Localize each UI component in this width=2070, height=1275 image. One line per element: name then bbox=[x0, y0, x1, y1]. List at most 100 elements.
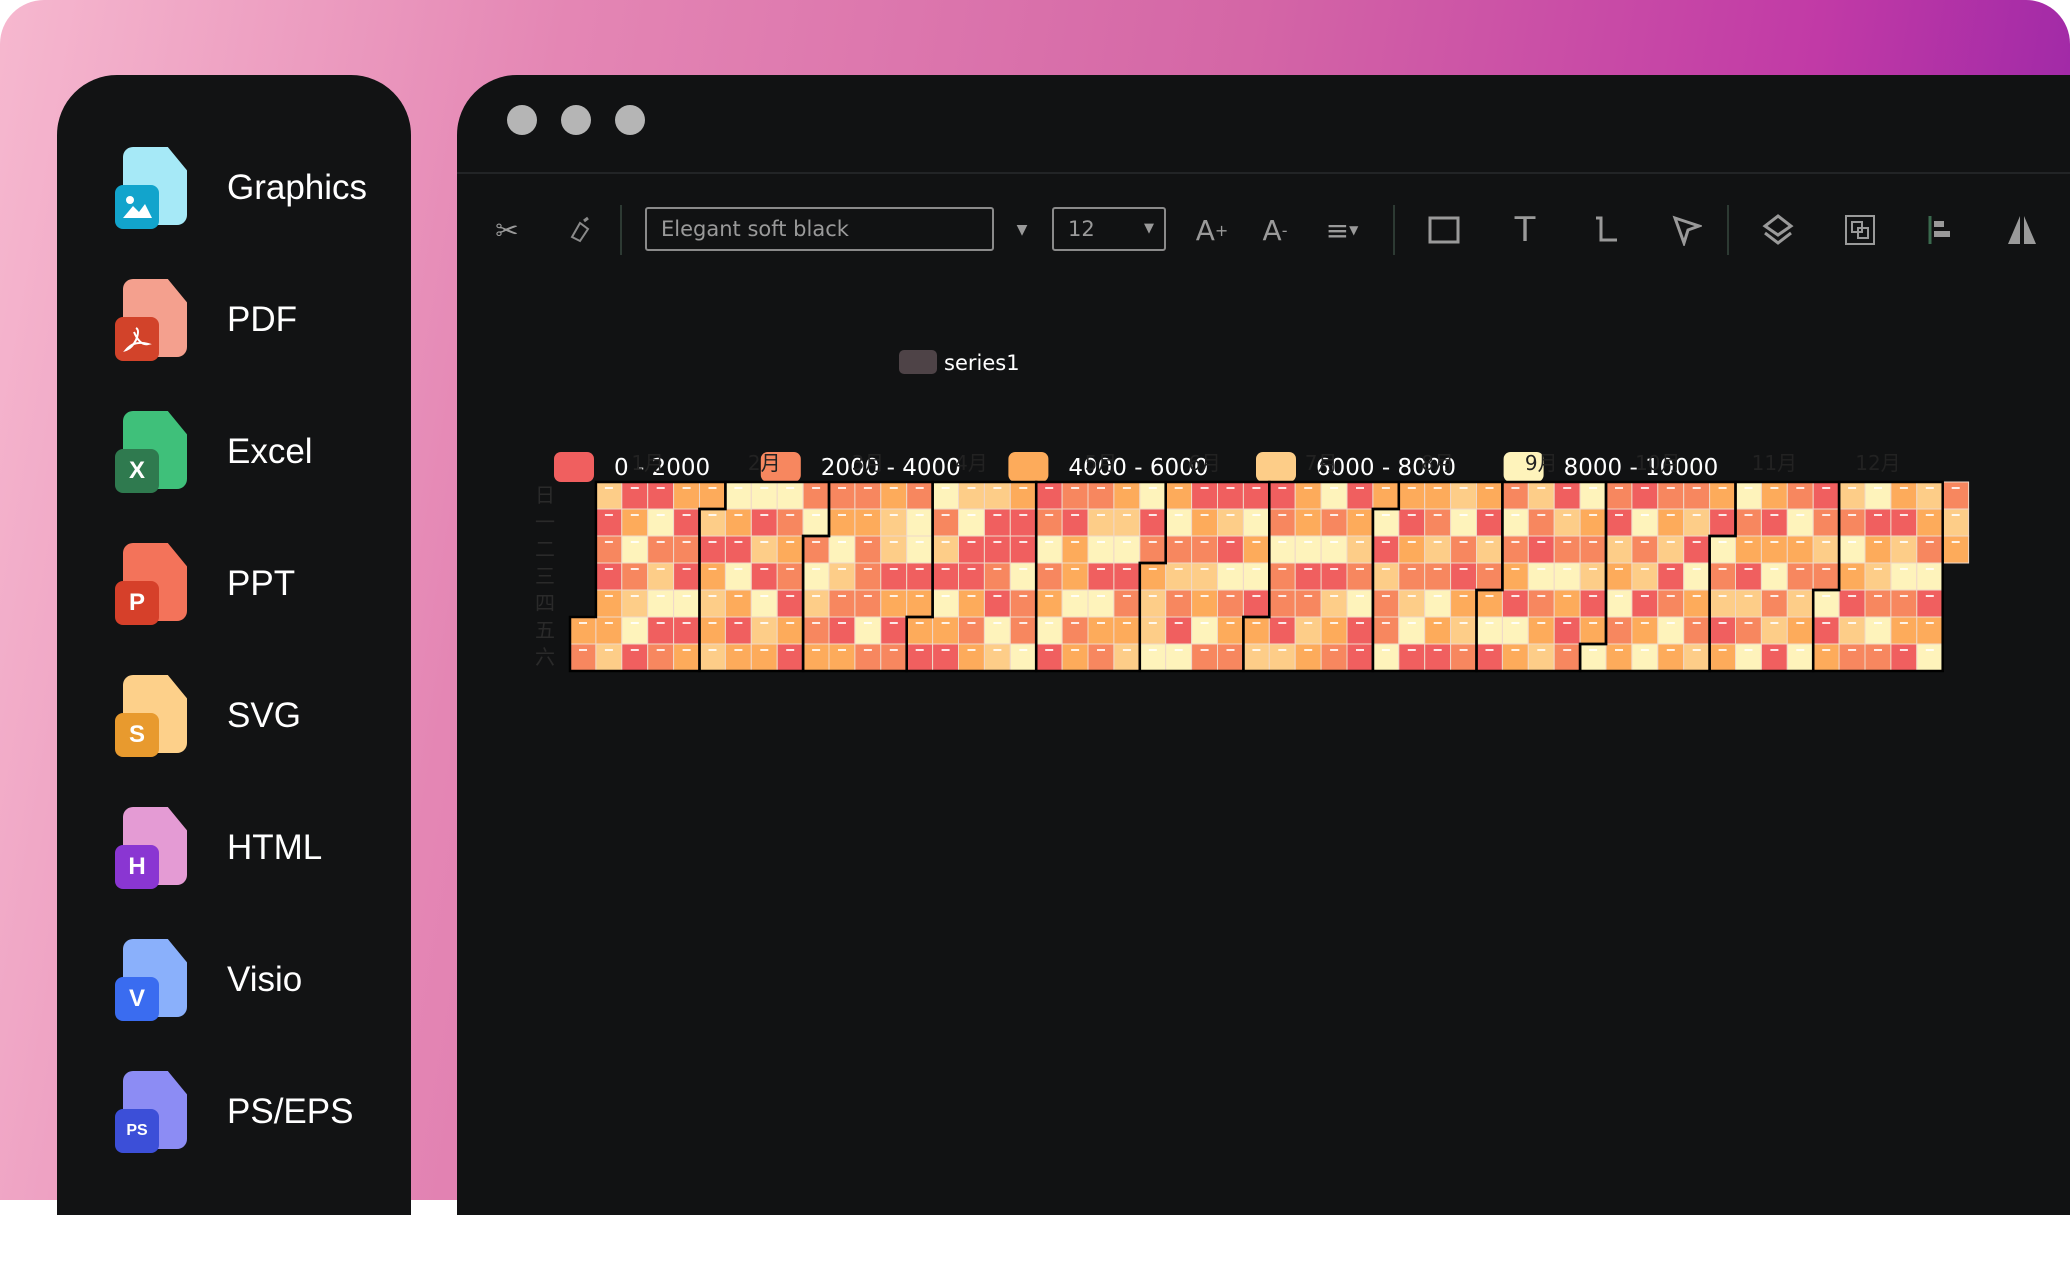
heatmap-cell-label bbox=[1615, 514, 1623, 516]
heatmap-cell-label bbox=[1356, 514, 1364, 516]
heatmap-cell-label bbox=[579, 649, 587, 651]
heatmap-cell bbox=[1191, 562, 1218, 591]
sidebar-item-html[interactable]: H HTML bbox=[115, 803, 322, 893]
heatmap-cell bbox=[1372, 562, 1400, 591]
heatmap-cell bbox=[1838, 481, 1866, 510]
sidebar-item-ppt[interactable]: P PPT bbox=[115, 539, 295, 629]
heatmap-cell-label bbox=[1278, 514, 1287, 516]
heatmap-cell bbox=[569, 616, 597, 645]
month-label: 8月 bbox=[1421, 451, 1454, 475]
heatmap-cell-label bbox=[1226, 487, 1235, 489]
heatmap-cell-label bbox=[838, 595, 846, 597]
heatmap-cell-label bbox=[1122, 487, 1131, 489]
heatmap-cell-label bbox=[1666, 541, 1675, 543]
heatmap-cell bbox=[1631, 643, 1659, 672]
format-painter-icon[interactable] bbox=[557, 208, 601, 252]
window-maximize-button[interactable] bbox=[615, 105, 645, 135]
connector-icon[interactable] bbox=[1581, 208, 1631, 252]
heatmap-cell bbox=[1450, 562, 1477, 591]
layers-icon[interactable] bbox=[1753, 208, 1803, 252]
heatmap-cell-label bbox=[1511, 649, 1520, 651]
heatmap-cell bbox=[1087, 508, 1115, 537]
sidebar-item-label: PPT bbox=[227, 564, 296, 603]
align-left-icon[interactable] bbox=[1916, 208, 1966, 252]
group-icon[interactable] bbox=[1835, 208, 1885, 252]
heatmap-cell-label bbox=[1433, 595, 1442, 597]
increase-font-icon[interactable]: A + bbox=[1187, 208, 1237, 252]
heatmap-cell-label bbox=[1589, 487, 1598, 489]
rectangle-icon[interactable] bbox=[1419, 208, 1469, 252]
window-close-button[interactable] bbox=[507, 105, 537, 135]
heatmap-cell-label bbox=[1200, 568, 1209, 570]
heatmap-cell bbox=[1450, 535, 1477, 564]
heatmap-cell-label bbox=[1770, 487, 1779, 489]
font-dropdown-chevron-icon[interactable]: ▼ bbox=[1007, 208, 1037, 252]
heatmap-cell bbox=[958, 616, 985, 645]
decrease-font-icon[interactable]: A- bbox=[1250, 208, 1300, 252]
heatmap-cell bbox=[1294, 481, 1322, 510]
heatmap-cell-label bbox=[941, 622, 950, 624]
heatmap-cell bbox=[1061, 508, 1089, 537]
heatmap-cell bbox=[1035, 508, 1063, 537]
heatmap-cell-label bbox=[1874, 568, 1882, 570]
heatmap-cell bbox=[1864, 616, 1892, 645]
heatmap-cell bbox=[647, 616, 675, 645]
heatmap-cell bbox=[1735, 562, 1762, 591]
sidebar-item-pseps[interactable]: PS PS/EPS bbox=[115, 1067, 353, 1157]
sidebar-item-graphics[interactable]: Graphics bbox=[115, 143, 367, 233]
font-size-input[interactable]: 12 ▼ bbox=[1052, 207, 1166, 251]
heatmap-cell-label bbox=[1899, 649, 1908, 651]
heatmap-cell bbox=[906, 535, 934, 564]
heatmap-cell bbox=[621, 589, 649, 618]
heatmap-cell bbox=[1113, 643, 1141, 672]
sidebar-item-label: PS/EPS bbox=[227, 1092, 354, 1131]
heatmap-cell bbox=[1009, 643, 1037, 672]
heatmap-cell bbox=[1890, 616, 1918, 645]
heatmap-cell-label bbox=[760, 487, 769, 489]
visualmap-label: 2000 - 4000 bbox=[821, 455, 961, 481]
heatmap-cell bbox=[647, 589, 675, 618]
heatmap-cell-label bbox=[1304, 514, 1313, 516]
heatmap-cell bbox=[595, 481, 623, 510]
heatmap-cell-label bbox=[1563, 568, 1572, 570]
heatmap-cell-label bbox=[1925, 595, 1934, 597]
heatmap-cell bbox=[699, 481, 726, 510]
window-minimize-button[interactable] bbox=[561, 105, 591, 135]
heatmap-cell-label bbox=[1796, 487, 1805, 489]
heatmap-cell bbox=[880, 589, 908, 618]
pointer-icon[interactable] bbox=[1662, 208, 1712, 252]
font-size-chevron-icon[interactable]: ▼ bbox=[1144, 209, 1154, 249]
heatmap-cell-label bbox=[1511, 514, 1520, 516]
heatmap-cell bbox=[1139, 643, 1167, 672]
heatmap-cell bbox=[595, 508, 623, 537]
heatmap-cell bbox=[1450, 508, 1477, 537]
sidebar-item-svg[interactable]: S SVG bbox=[115, 671, 301, 761]
heatmap-cell bbox=[1683, 481, 1711, 510]
heatmap-cell bbox=[750, 589, 778, 618]
text-icon[interactable]: T bbox=[1500, 208, 1550, 252]
heatmap-cell bbox=[1217, 535, 1244, 564]
heatmap-cell bbox=[724, 562, 752, 591]
heatmap-cell-label bbox=[915, 622, 924, 624]
heatmap-cell-label bbox=[889, 622, 898, 624]
heatmap-cell bbox=[1346, 589, 1374, 618]
heatmap-cell bbox=[750, 535, 778, 564]
heatmap-cell-label bbox=[1485, 541, 1494, 543]
heatmap-cell-label bbox=[1226, 595, 1235, 597]
heatmap-cell-label bbox=[1640, 514, 1649, 516]
heatmap-cell-label bbox=[1381, 595, 1390, 597]
heatmap-cell-label bbox=[1252, 649, 1261, 651]
day-label: 四 bbox=[535, 591, 555, 615]
sidebar-item-pdf[interactable]: PDF bbox=[115, 275, 297, 365]
align-icon[interactable]: ≡ ▼ bbox=[1312, 208, 1372, 252]
flip-icon[interactable] bbox=[1997, 208, 2047, 252]
heatmap-cell bbox=[724, 643, 752, 672]
sidebar-item-excel[interactable]: X Excel bbox=[115, 407, 313, 497]
font-family-input[interactable]: Elegant soft black bbox=[645, 207, 994, 251]
heatmap-cell-label bbox=[1822, 568, 1831, 570]
cut-icon[interactable]: ✂ bbox=[485, 208, 529, 252]
heatmap-cell-label bbox=[604, 487, 613, 489]
heatmap-cell-label bbox=[812, 487, 821, 489]
sidebar-item-visio[interactable]: V Visio bbox=[115, 935, 302, 1025]
heatmap-cell bbox=[1087, 616, 1115, 645]
